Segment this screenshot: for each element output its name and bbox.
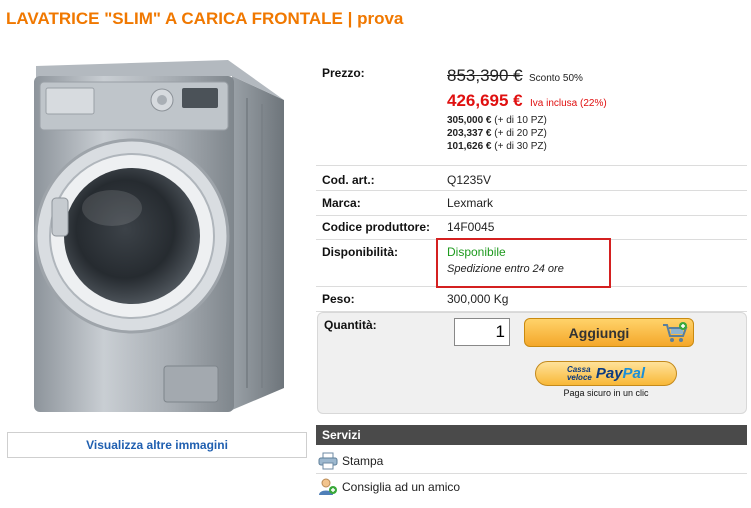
add-to-cart-button[interactable]: Aggiungi [524, 318, 694, 347]
quantity-input[interactable] [454, 318, 510, 346]
discount-badge: Sconto 50% [528, 73, 583, 84]
paypal-checkout-button[interactable]: Cassa veloce Pay Pal [535, 361, 677, 386]
code-value: Q1235V [447, 173, 492, 187]
current-price: 426,695 € [447, 91, 523, 110]
tier-price-item: 101,626 € (+ di 30 PZ) [447, 141, 547, 152]
weight-label: Peso: [322, 292, 355, 306]
shopping-cart-icon [663, 321, 688, 342]
services-header: Servizi [316, 425, 747, 445]
price-row: Prezzo: 853,390 € Sconto 50% 426,695 € I… [316, 60, 747, 166]
price-block: 853,390 € Sconto 50% 426,695 € Iva inclu… [447, 66, 747, 165]
paypal-subtitle: Paga sicuro in un clic [563, 388, 649, 398]
add-to-cart-label: Aggiungi [568, 324, 630, 341]
vat-note: Iva inclusa (22%) [529, 98, 607, 109]
quantity-discount-list: 305,000 € (+ di 10 PZ) 203,337 € (+ di 2… [447, 114, 747, 153]
paypal-express-label: Cassa veloce [566, 364, 592, 382]
manufacturer-code-value: 14F0045 [447, 220, 495, 234]
code-row: Cod. art.: Q1235V [316, 166, 747, 191]
price-label: Prezzo: [322, 66, 365, 80]
service-recommend-link[interactable]: Consiglia ad un amico [316, 474, 747, 499]
purchase-box: Quantità: Aggiungi Cassaveloce PayPal Pa… [317, 312, 747, 414]
brand-row: Marca: Lexmark [316, 191, 747, 216]
service-print-link[interactable]: Stampa [316, 449, 747, 474]
quantity-label: Quantità: [324, 318, 377, 332]
weight-row: Peso: 300,000 Kg [316, 287, 747, 312]
view-more-images-link[interactable]: Visualizza altre immagini [7, 432, 307, 458]
product-details-table: Prezzo: 853,390 € Sconto 50% 426,695 € I… [316, 60, 747, 312]
availability-row: Disponibilità: Disponibile Spedizione en… [316, 240, 747, 287]
shipping-note: Spedizione entro 24 ore [447, 263, 564, 275]
weight-value: 300,000 Kg [447, 292, 509, 306]
service-print-label: Stampa [342, 454, 384, 468]
manufacturer-code-row: Codice produttore: 14F0045 [316, 216, 747, 240]
paypal-logo-pay: Pay [595, 365, 623, 382]
brand-label: Marca: [322, 196, 361, 210]
tier-price-item: 305,000 € (+ di 10 PZ) [447, 115, 547, 126]
availability-status: Disponibile [447, 245, 506, 259]
old-price: 853,390 € [447, 66, 523, 85]
service-recommend-label: Consiglia ad un amico [342, 479, 461, 494]
brand-value: Lexmark [447, 196, 494, 210]
product-image[interactable] [22, 58, 292, 420]
code-label: Cod. art.: [322, 173, 375, 187]
availability-label: Disponibilità: [322, 245, 398, 259]
page-title: LAVATRICE "SLIM" A CARICA FRONTALE | pro… [6, 9, 404, 28]
paypal-logo-pal: Pal [622, 365, 646, 382]
user-recommend-icon [319, 478, 337, 495]
tier-price-item: 203,337 € (+ di 20 PZ) [447, 128, 547, 139]
printer-icon [318, 452, 338, 470]
manufacturer-code-label: Codice produttore: [322, 220, 430, 234]
